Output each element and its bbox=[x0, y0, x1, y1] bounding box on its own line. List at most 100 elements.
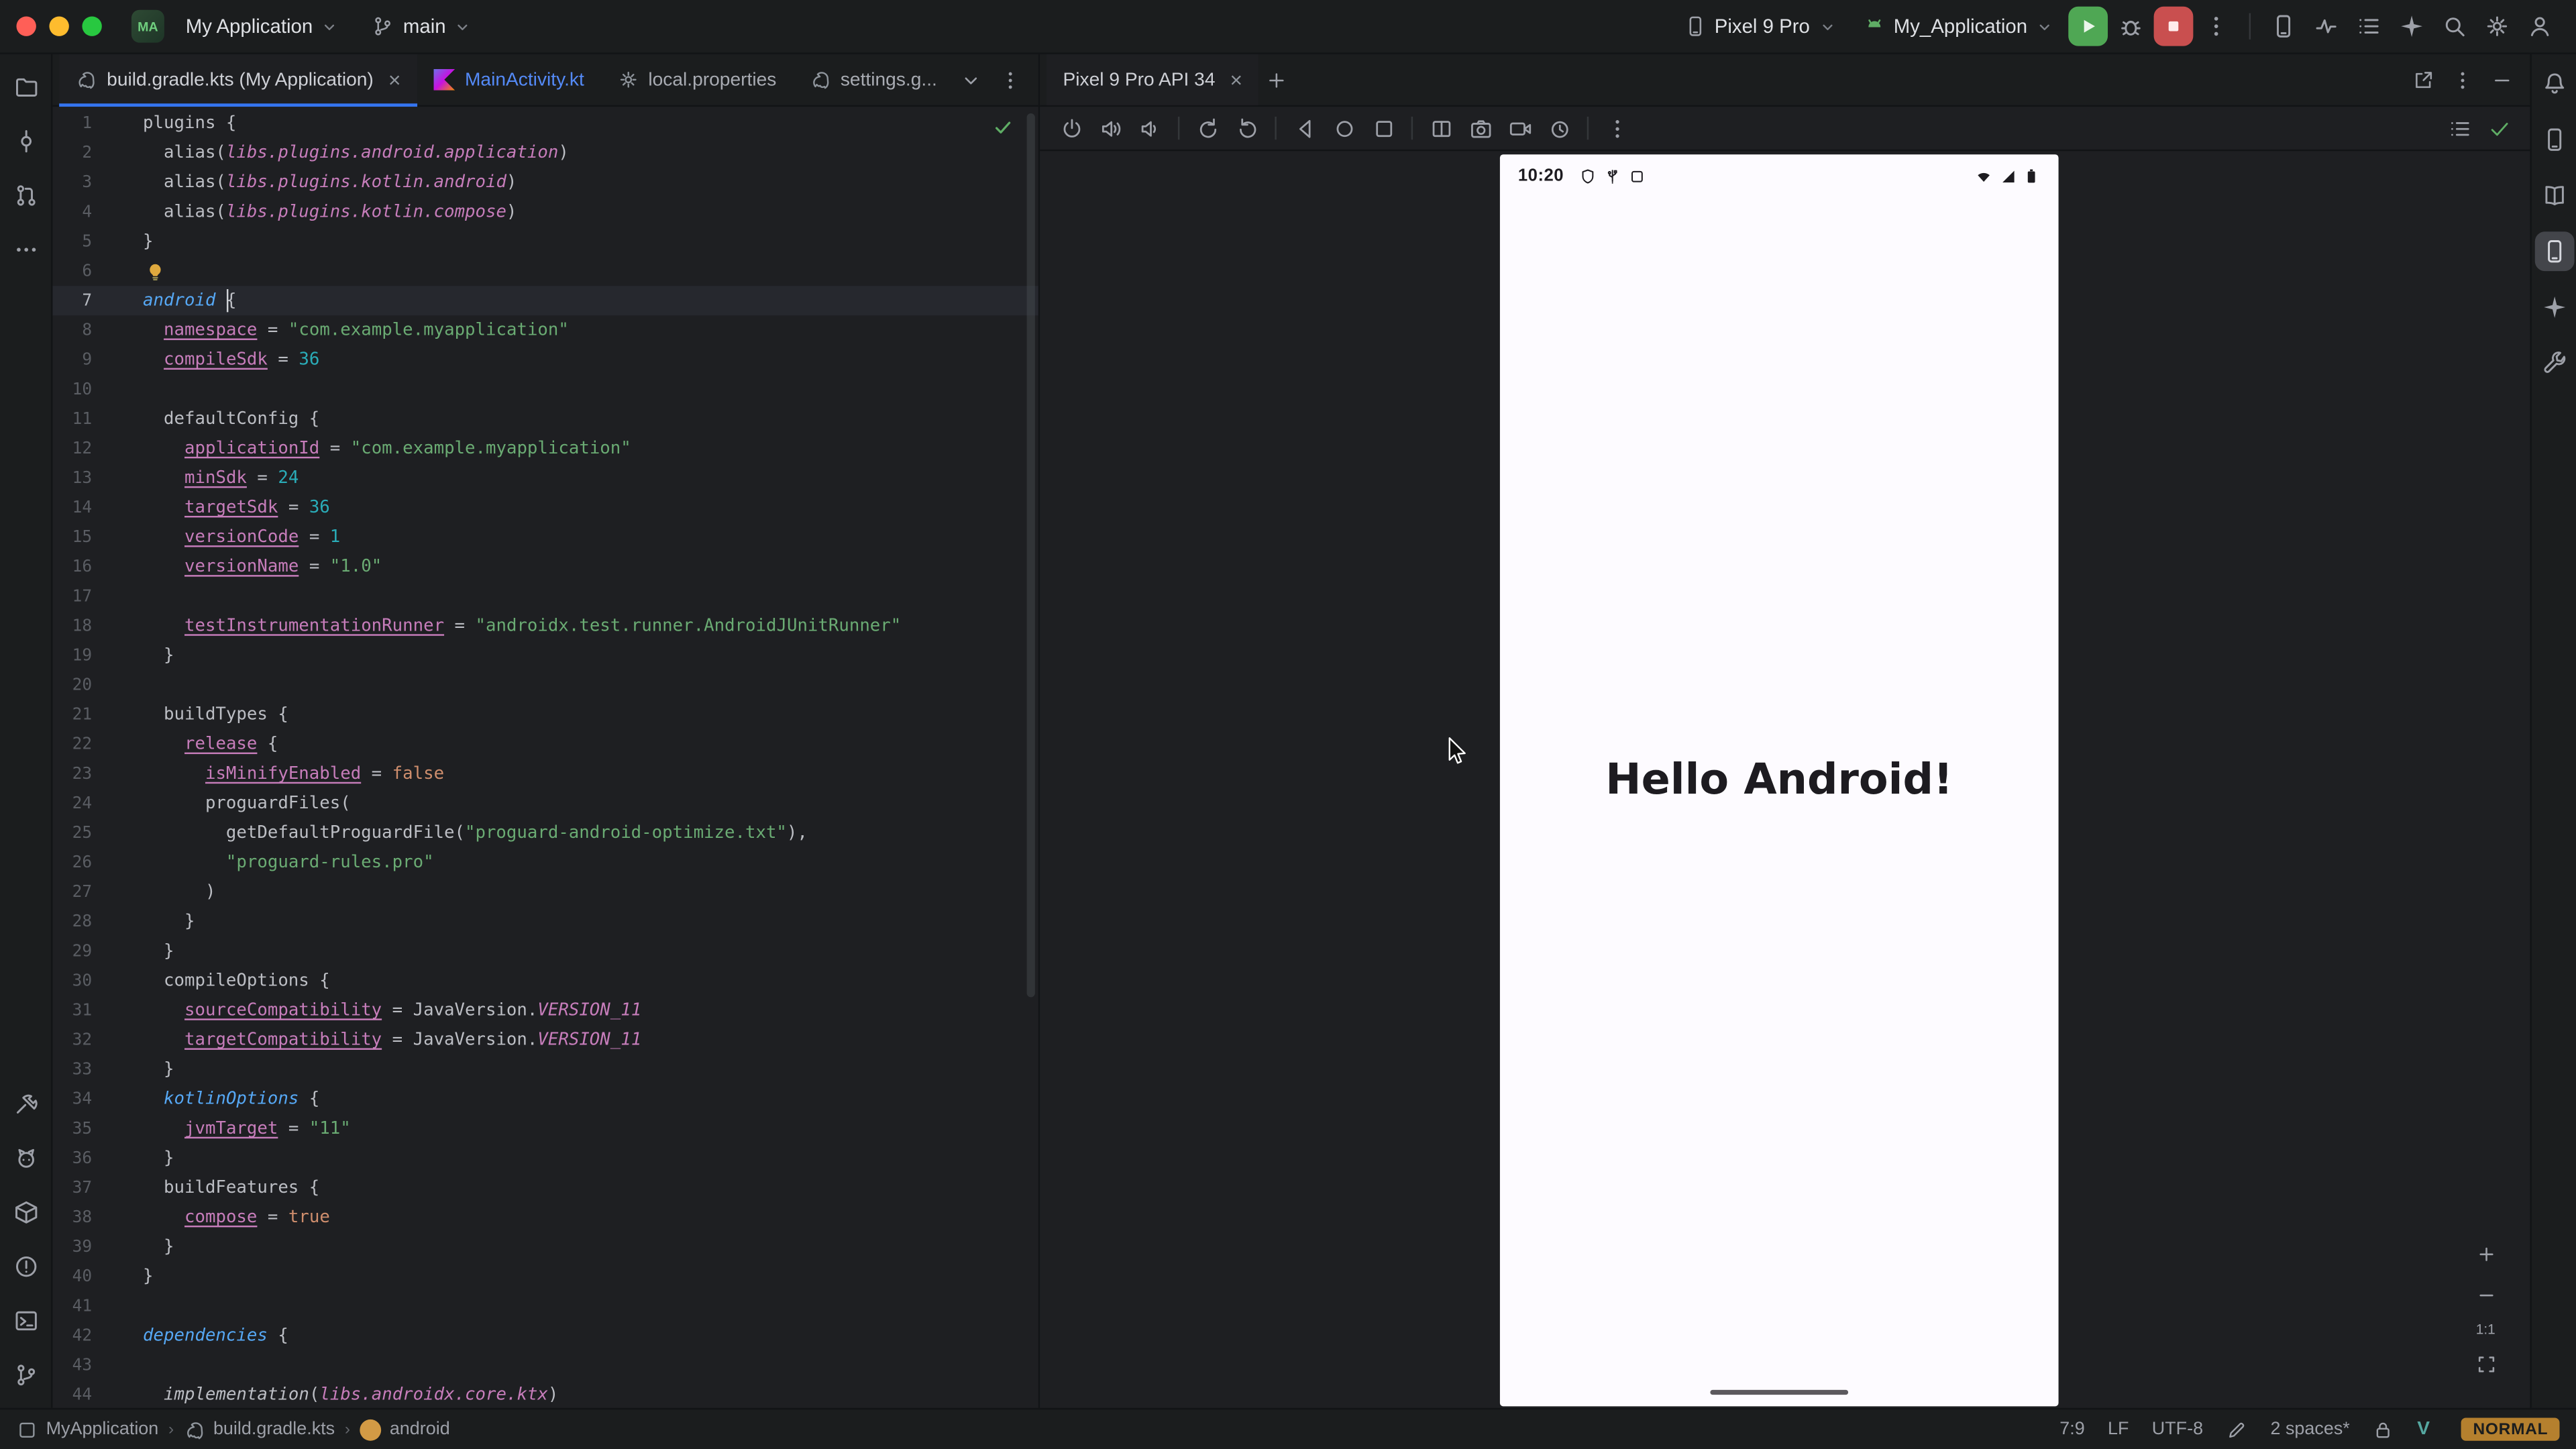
screen-record-icon[interactable] bbox=[1501, 110, 1538, 146]
device-tab[interactable]: Pixel 9 Pro API 34 × bbox=[1046, 54, 1259, 105]
code-line-43[interactable]: 43 bbox=[52, 1350, 1038, 1380]
vim-mode[interactable]: NORMAL bbox=[2461, 1417, 2559, 1440]
open-in-new-window-icon[interactable] bbox=[2405, 62, 2441, 98]
gemini-icon[interactable] bbox=[2392, 7, 2432, 46]
code-line-32[interactable]: 32 targetCompatibility = JavaVersion.VER… bbox=[52, 1025, 1038, 1055]
editor-tab-options-icon[interactable] bbox=[993, 62, 1029, 98]
run-button[interactable] bbox=[2068, 7, 2108, 46]
code-line-28[interactable]: 28 } bbox=[52, 907, 1038, 936]
inspections-ok-icon[interactable] bbox=[992, 117, 1015, 140]
code-line-44[interactable]: 44 implementation(libs.androidx.core.ktx… bbox=[52, 1380, 1038, 1408]
code-line-37[interactable]: 37 buildFeatures { bbox=[52, 1173, 1038, 1203]
pull-requests-icon[interactable] bbox=[6, 176, 46, 215]
fold-device-icon[interactable] bbox=[1423, 110, 1459, 146]
version-control-icon[interactable] bbox=[6, 1355, 46, 1395]
home-icon[interactable] bbox=[1326, 110, 1362, 146]
notifications-icon[interactable] bbox=[2534, 64, 2574, 104]
gemini-chat-icon[interactable] bbox=[2534, 288, 2574, 327]
device-status-ok-icon[interactable] bbox=[2481, 110, 2517, 146]
rotate-left-icon[interactable] bbox=[1189, 110, 1226, 146]
code-line-20[interactable]: 20 bbox=[52, 670, 1038, 700]
tool-window-options-icon[interactable] bbox=[2445, 62, 2481, 98]
emulator-screen[interactable]: 10:20 Hello Android! bbox=[1500, 154, 2059, 1406]
assistant-icon[interactable] bbox=[2534, 343, 2574, 383]
project-switcher[interactable]: My Application bbox=[174, 10, 351, 43]
file-encoding[interactable]: UTF-8 bbox=[2152, 1419, 2203, 1439]
editor-scrollbar[interactable] bbox=[1027, 113, 1035, 998]
code-line-19[interactable]: 19 } bbox=[52, 641, 1038, 670]
settings-icon[interactable] bbox=[2477, 7, 2517, 46]
code-line-16[interactable]: 16 versionName = "1.0" bbox=[52, 552, 1038, 582]
code-line-10[interactable]: 10 bbox=[52, 374, 1038, 404]
code-line-14[interactable]: 14 targetSdk = 36 bbox=[52, 493, 1038, 523]
more-run-actions-icon[interactable] bbox=[2196, 7, 2236, 46]
code-line-39[interactable]: 39 } bbox=[52, 1232, 1038, 1262]
device-selector[interactable]: Pixel 9 Pro bbox=[1672, 10, 1847, 43]
code-line-21[interactable]: 21 buildTypes { bbox=[52, 700, 1038, 729]
problems-icon[interactable] bbox=[6, 1247, 46, 1287]
commit-icon[interactable] bbox=[6, 121, 46, 161]
breadcrumb-item[interactable]: MyApplication bbox=[16, 1419, 158, 1440]
code-line-23[interactable]: 23 isMinifyEnabled = false bbox=[52, 759, 1038, 788]
breadcrumb-item[interactable]: android bbox=[360, 1419, 450, 1440]
logcat-icon[interactable] bbox=[2349, 7, 2389, 46]
code-line-5[interactable]: 5} bbox=[52, 227, 1038, 256]
code-line-22[interactable]: 22 release { bbox=[52, 729, 1038, 759]
account-icon[interactable] bbox=[2520, 7, 2560, 46]
profiler-icon[interactable] bbox=[2306, 7, 2346, 46]
code-line-9[interactable]: 9 compileSdk = 36 bbox=[52, 345, 1038, 374]
code-line-13[interactable]: 13 minSdk = 24 bbox=[52, 464, 1038, 493]
device-manager-icon[interactable] bbox=[2534, 120, 2574, 160]
overview-icon[interactable] bbox=[1365, 110, 1401, 146]
code-line-41[interactable]: 41 bbox=[52, 1291, 1038, 1321]
code-line-15[interactable]: 15 versionCode = 1 bbox=[52, 523, 1038, 552]
intention-bulb-icon[interactable] bbox=[145, 260, 166, 282]
documentation-icon[interactable] bbox=[2534, 176, 2574, 215]
gesture-navigation-bar[interactable] bbox=[1710, 1389, 1848, 1395]
screenshot-icon[interactable] bbox=[1462, 110, 1499, 146]
hidden-tabs-icon[interactable] bbox=[953, 62, 989, 98]
logcat-icon[interactable] bbox=[6, 1138, 46, 1178]
zoom-out-button[interactable] bbox=[2471, 1280, 2500, 1309]
code-line-30[interactable]: 30 compileOptions { bbox=[52, 966, 1038, 996]
debug-button[interactable] bbox=[2111, 7, 2151, 46]
more-tool-windows-icon[interactable] bbox=[6, 230, 46, 270]
indent-style[interactable]: 2 spaces* bbox=[2270, 1419, 2349, 1439]
project-icon[interactable] bbox=[6, 67, 46, 107]
code-line-40[interactable]: 40} bbox=[52, 1262, 1038, 1291]
build-icon[interactable] bbox=[6, 1084, 46, 1124]
code-line-17[interactable]: 17 bbox=[52, 582, 1038, 611]
zoom-in-button[interactable] bbox=[2471, 1239, 2500, 1269]
editor-tab[interactable]: MainActivity.kt bbox=[417, 54, 600, 105]
vcs-branch-widget[interactable]: main bbox=[360, 10, 484, 43]
code-line-34[interactable]: 34 kotlinOptions { bbox=[52, 1084, 1038, 1114]
more-device-actions-icon[interactable] bbox=[1599, 110, 1635, 146]
code-line-8[interactable]: 8 namespace = "com.example.myapplication… bbox=[52, 315, 1038, 345]
code-line-18[interactable]: 18 testInstrumentationRunner = "androidx… bbox=[52, 611, 1038, 641]
code-line-2[interactable]: 2 alias(libs.plugins.android.application… bbox=[52, 138, 1038, 168]
breadcrumb-item[interactable]: build.gradle.kts bbox=[184, 1419, 335, 1440]
code-line-42[interactable]: 42dependencies { bbox=[52, 1321, 1038, 1350]
volume-up-icon[interactable] bbox=[1093, 110, 1129, 146]
code-line-33[interactable]: 33 } bbox=[52, 1055, 1038, 1084]
close-tab-icon[interactable]: × bbox=[388, 69, 401, 91]
rotate-right-icon[interactable] bbox=[1229, 110, 1265, 146]
volume-down-icon[interactable] bbox=[1132, 110, 1168, 146]
caret-position[interactable]: 7:9 bbox=[2059, 1419, 2084, 1439]
running-devices-icon[interactable] bbox=[2534, 231, 2574, 271]
code-line-12[interactable]: 12 applicationId = "com.example.myapplic… bbox=[52, 434, 1038, 464]
code-line-24[interactable]: 24 proguardFiles( bbox=[52, 789, 1038, 818]
code-line-6[interactable]: 6 bbox=[52, 256, 1038, 286]
stop-button[interactable] bbox=[2154, 7, 2194, 46]
zoom-window-button[interactable] bbox=[82, 16, 101, 36]
writable-status[interactable] bbox=[2226, 1419, 2247, 1440]
code-line-35[interactable]: 35 jvmTarget = "11" bbox=[52, 1114, 1038, 1143]
device-explorer-icon[interactable] bbox=[6, 1193, 46, 1232]
code-line-29[interactable]: 29 } bbox=[52, 936, 1038, 966]
code-line-25[interactable]: 25 getDefaultProguardFile("proguard-andr… bbox=[52, 818, 1038, 848]
display-settings-icon[interactable] bbox=[2441, 110, 2477, 146]
editor-tab[interactable]: build.gradle.kts (My Application)× bbox=[59, 54, 417, 105]
zoom-to-fit-button[interactable] bbox=[2471, 1349, 2500, 1379]
close-window-button[interactable] bbox=[16, 16, 36, 36]
device-manager-icon[interactable] bbox=[2264, 7, 2304, 46]
